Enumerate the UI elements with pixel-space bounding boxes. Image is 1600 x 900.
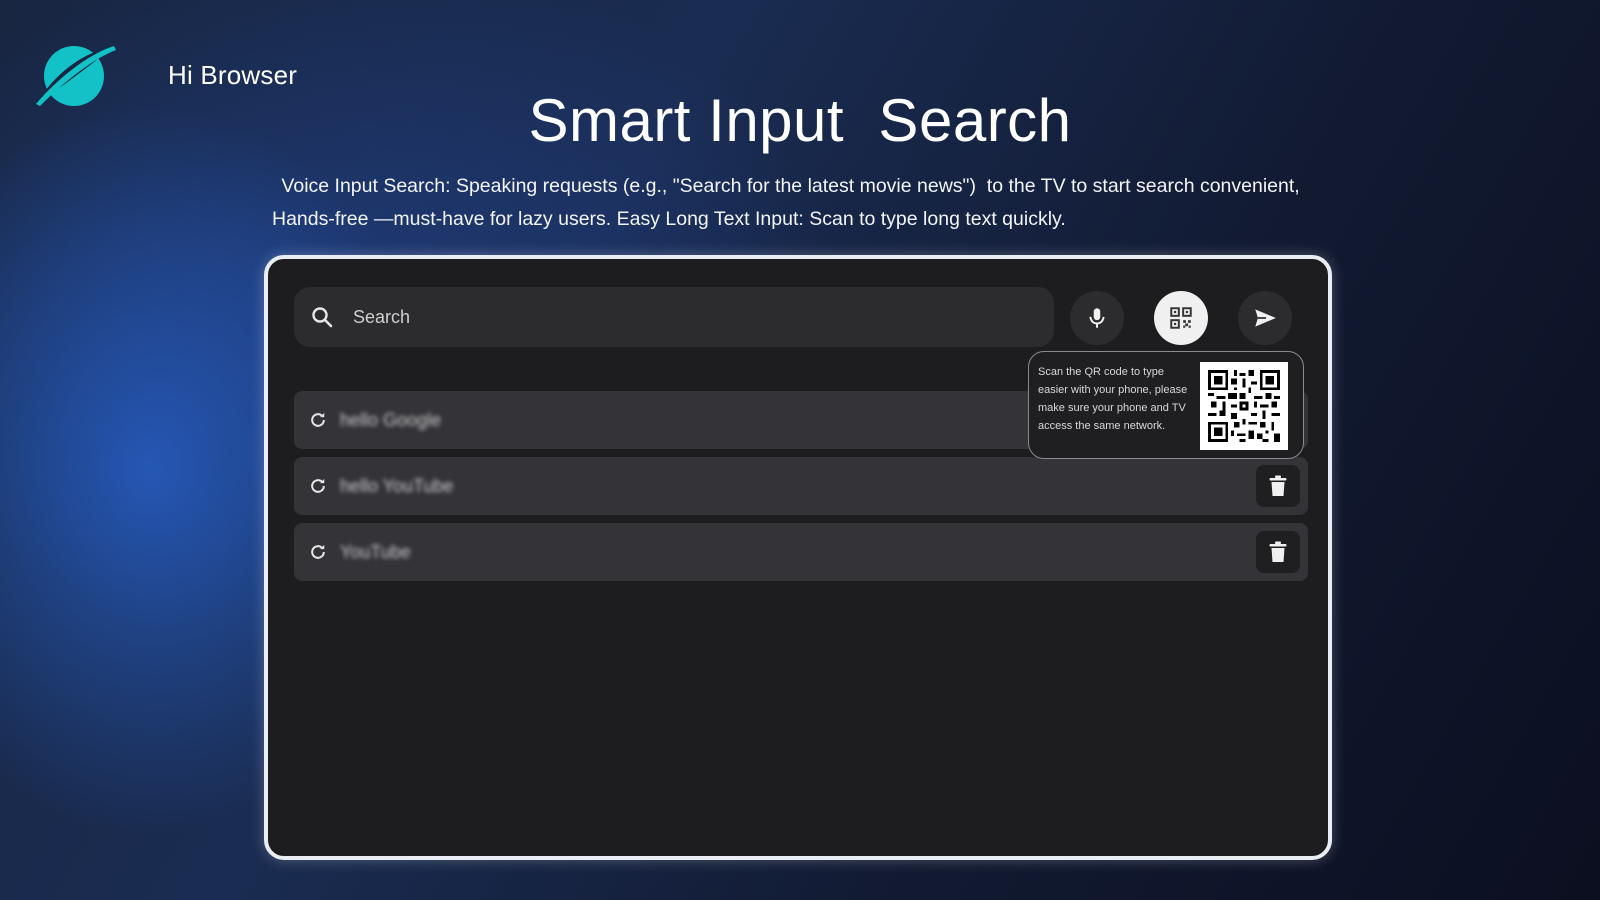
history-refresh-icon	[311, 478, 325, 493]
history-refresh-icon	[311, 544, 325, 559]
qr-instructions: Scan the QR code to type easier with you…	[1038, 366, 1188, 432]
microphone-icon	[1089, 308, 1105, 328]
search-icon	[312, 307, 333, 328]
search-input[interactable]	[351, 305, 1015, 329]
qr-code-popup: Scan the QR code to type easier with you…	[1028, 351, 1304, 459]
qr-scan-icon	[1170, 307, 1192, 329]
tv-screen-panel: hello Google hello YouTube YouTube	[264, 255, 1332, 860]
trash-icon	[1269, 541, 1287, 562]
voice-input-button[interactable]	[1070, 291, 1124, 345]
trash-icon	[1269, 475, 1287, 496]
qr-code-image	[1200, 362, 1288, 450]
description-line-2: Hands-free —must-have for lazy users. Ea…	[272, 208, 1066, 230]
page-title: Smart Input Search	[528, 87, 1072, 154]
description-line-1: Voice Input Search: Speaking requests (e…	[276, 175, 1300, 197]
history-item-text: YouTube	[340, 541, 411, 562]
qr-code-icon	[1208, 370, 1280, 442]
send-button[interactable]	[1238, 291, 1292, 345]
delete-history-button[interactable]	[1256, 531, 1300, 573]
history-item[interactable]: hello YouTube	[294, 457, 1308, 515]
search-bar[interactable]	[294, 287, 1054, 347]
delete-history-button[interactable]	[1256, 465, 1300, 507]
history-refresh-icon	[311, 412, 325, 427]
history-item[interactable]: YouTube	[294, 523, 1308, 581]
history-item-text: hello YouTube	[340, 475, 454, 496]
qr-scan-button[interactable]	[1154, 291, 1208, 345]
history-item-text: hello Google	[340, 409, 442, 430]
send-icon	[1255, 309, 1276, 327]
feature-description: Voice Input Search: Speaking requests (e…	[272, 170, 1352, 236]
